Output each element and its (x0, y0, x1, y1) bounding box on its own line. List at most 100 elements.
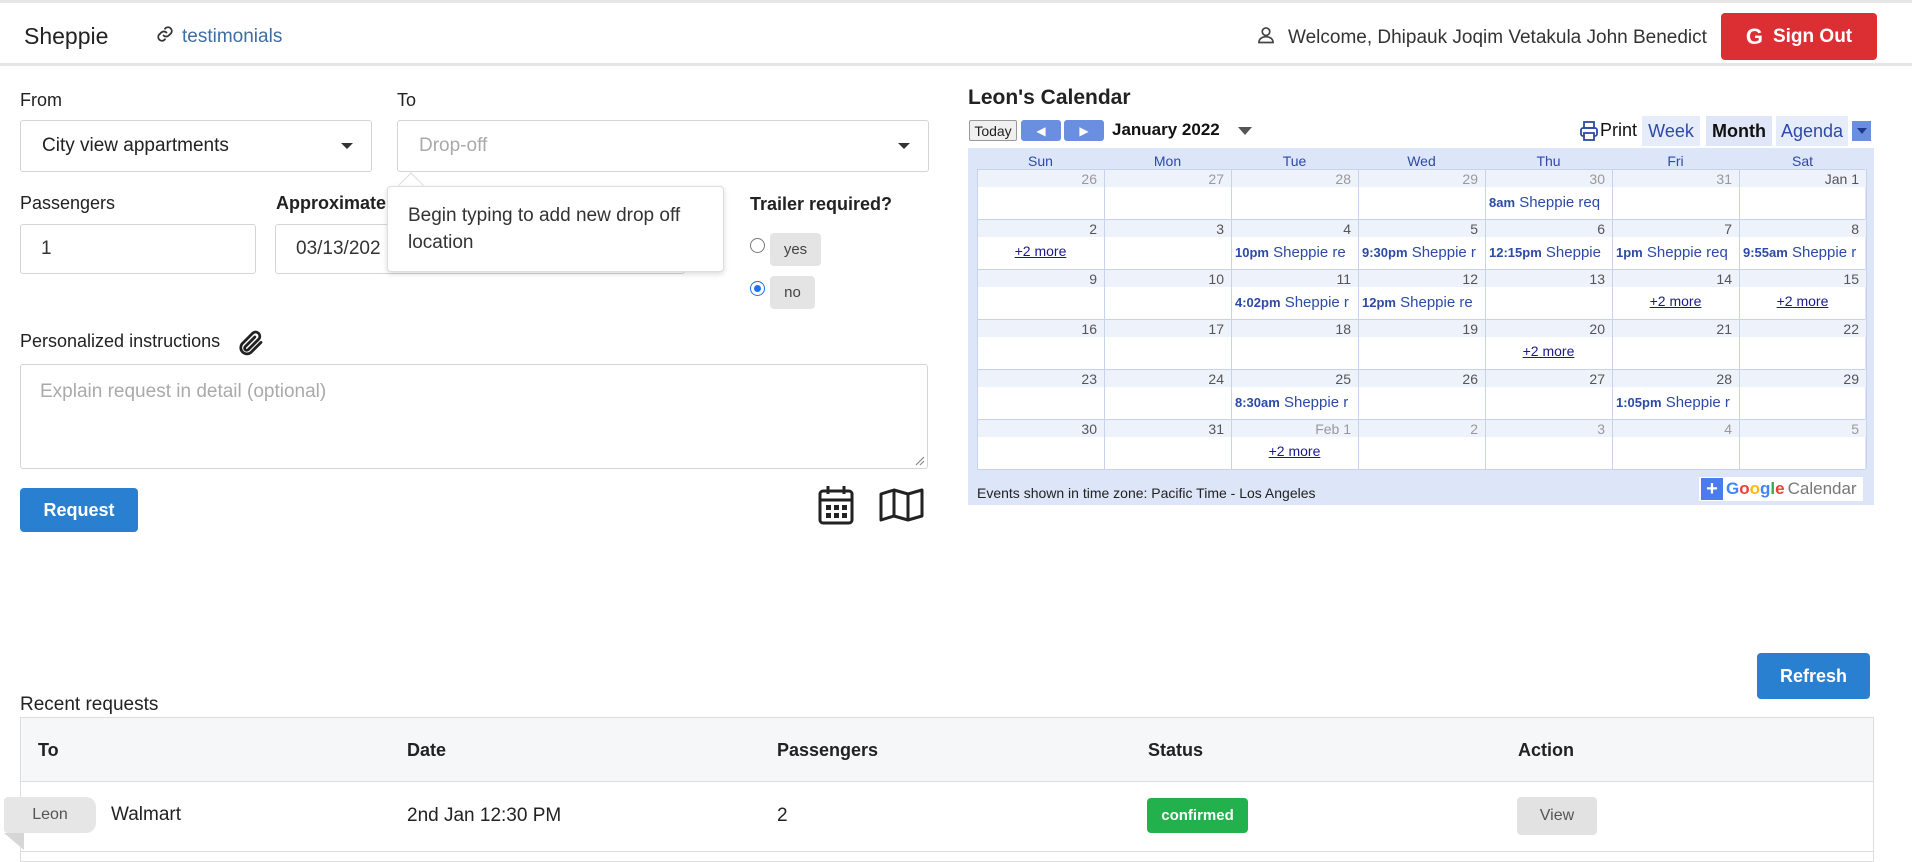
day-of-week-label: Sun (1028, 153, 1053, 169)
from-value: City view appartments (42, 135, 229, 156)
row-to: Walmart (111, 804, 182, 825)
column-header-date: Date (407, 740, 447, 760)
calendar-event[interactable]: 1pm Sheppie req (1616, 244, 1738, 261)
calendar-day-number: 10 (1208, 271, 1224, 287)
event-title: Sheppie re (1400, 294, 1473, 311)
calendar-day-number: 5 (1851, 421, 1859, 437)
calendar-day-number: 29 (1462, 171, 1478, 187)
calendar-day-number: 30 (1589, 171, 1605, 187)
calendar-today-button[interactable]: Today (969, 120, 1017, 141)
day-of-week-label: Wed (1407, 153, 1436, 169)
calendar-day-number: 4 (1724, 421, 1732, 437)
calendar-day-number: 28 (1335, 171, 1351, 187)
calendar-event[interactable]: 12:15pm Sheppie (1489, 244, 1611, 261)
calendar-day-number: 31 (1716, 171, 1732, 187)
chevron-right-icon: ▶ (1079, 123, 1089, 138)
event-title: Sheppie r (1283, 394, 1349, 411)
event-time: 10pm (1235, 245, 1269, 260)
instructions-placeholder: Explain request in detail (optional) (40, 381, 327, 402)
column-header-to: To (38, 740, 59, 760)
passengers-label: Passengers (20, 193, 116, 213)
trailer-label: Trailer required? (750, 194, 893, 214)
column-header-action: Action (1518, 740, 1574, 760)
google-wordmark: Google (1726, 479, 1785, 498)
trailer-yes-radio[interactable] (750, 238, 765, 253)
tab-week[interactable]: Week (1642, 116, 1700, 146)
more-events-link[interactable]: +2 more (977, 243, 1104, 259)
recent-requests-title: Recent requests (20, 694, 159, 715)
google-g-icon: G (1745, 23, 1763, 49)
from-select[interactable]: City view appartments (20, 120, 372, 172)
event-time: 12:15pm (1489, 245, 1542, 260)
calendar-event[interactable]: 9:55am Sheppie r (1743, 244, 1865, 261)
welcome-text: Welcome, Dhipauk Joqim Vetakula John Ben… (1288, 27, 1707, 48)
calendar-event[interactable]: 8am Sheppie req (1489, 194, 1611, 211)
calendar-day-number: 19 (1462, 321, 1478, 337)
more-events-link[interactable]: +2 more (1231, 443, 1358, 459)
calendar-prev-button[interactable]: ◀ (1021, 120, 1061, 141)
sign-out-button[interactable]: G Sign Out (1721, 13, 1877, 60)
calendar-timezone-note: Events shown in time zone: Pacific Time … (977, 485, 1316, 501)
map-icon[interactable] (879, 488, 924, 527)
top-navbar: Sheppie testimonials Welcome, Dhipauk Jo… (0, 0, 1912, 66)
calendar-day-number: 15 (1843, 271, 1859, 287)
grid-line (977, 319, 1865, 320)
refresh-button[interactable]: Refresh (1757, 653, 1870, 699)
testimonials-label: testimonials (182, 26, 283, 47)
calendar-day-number: 3 (1597, 421, 1605, 437)
passengers-input[interactable]: 1 (20, 224, 256, 274)
event-time: 8:30am (1235, 395, 1280, 410)
more-events-link[interactable]: +2 more (1739, 293, 1866, 309)
calendar-day-number: 24 (1208, 371, 1224, 387)
event-title: Sheppie r (1284, 294, 1349, 311)
calendar-event[interactable]: 9:30pm Sheppie r (1362, 244, 1484, 261)
google-calendar-badge[interactable]: + Google Calendar (1699, 477, 1863, 501)
instructions-textarea[interactable]: Explain request in detail (optional) (20, 364, 928, 469)
more-events-link[interactable]: +2 more (1612, 293, 1739, 309)
grid-line (1866, 169, 1867, 469)
calendar-day-number: 23 (1081, 371, 1097, 387)
calendar-event[interactable]: 1:05pm Sheppie r (1616, 394, 1738, 411)
event-time: 12pm (1362, 295, 1396, 310)
welcome-user: Welcome, Dhipauk Joqim Vetakula John Ben… (1256, 25, 1707, 51)
chevron-left-icon: ◀ (1036, 123, 1046, 138)
calendar-event[interactable]: 4:02pm Sheppie r (1235, 294, 1357, 311)
calendar-event[interactable]: 12pm Sheppie re (1362, 294, 1484, 311)
calendar-event[interactable]: 10pm Sheppie re (1235, 244, 1357, 261)
calendar-day-number: 3 (1216, 221, 1224, 237)
testimonials-link[interactable]: testimonials (156, 25, 282, 49)
month-dropdown-icon[interactable] (1238, 127, 1252, 135)
calendar-menu-button[interactable] (1852, 121, 1871, 141)
calendar-icon[interactable] (818, 485, 854, 530)
more-events-link[interactable]: +2 more (1485, 343, 1612, 359)
event-title: Sheppie r (1665, 394, 1730, 411)
to-placeholder: Drop-off (419, 135, 488, 156)
paperclip-icon[interactable] (236, 327, 266, 364)
tab-agenda[interactable]: Agenda (1776, 116, 1848, 146)
trailer-yes-label[interactable]: yes (770, 233, 821, 266)
calendar-event[interactable]: 8:30am Sheppie r (1235, 394, 1357, 411)
calendar-day-number: 7 (1724, 221, 1732, 237)
date-value: 03/13/202 (296, 238, 381, 259)
calendar-day-number: 6 (1597, 221, 1605, 237)
event-title: Sheppie (1545, 244, 1601, 261)
approximate-time-label: Approximate t (276, 193, 398, 213)
calendar-day-number: 17 (1208, 321, 1224, 337)
grid-line (977, 369, 1865, 370)
calendar-print-link[interactable]: Print (1600, 120, 1637, 141)
view-button[interactable]: View (1517, 797, 1597, 835)
chevron-down-icon (1856, 128, 1867, 134)
calendar-day-number: 11 (1336, 271, 1351, 287)
trailer-no-radio[interactable] (750, 281, 765, 296)
calendar-day-number: 31 (1208, 421, 1224, 437)
brand-logo[interactable]: Sheppie (24, 23, 108, 50)
resize-handle-icon[interactable] (913, 454, 925, 466)
trailer-no-label[interactable]: no (770, 276, 815, 309)
calendar-next-button[interactable]: ▶ (1064, 120, 1104, 141)
tag-fold (4, 833, 24, 850)
to-select[interactable]: Drop-off (397, 120, 929, 172)
tab-month[interactable]: Month (1706, 116, 1772, 146)
request-button[interactable]: Request (20, 488, 138, 532)
print-icon[interactable] (1580, 121, 1598, 146)
to-label: To (397, 90, 417, 110)
